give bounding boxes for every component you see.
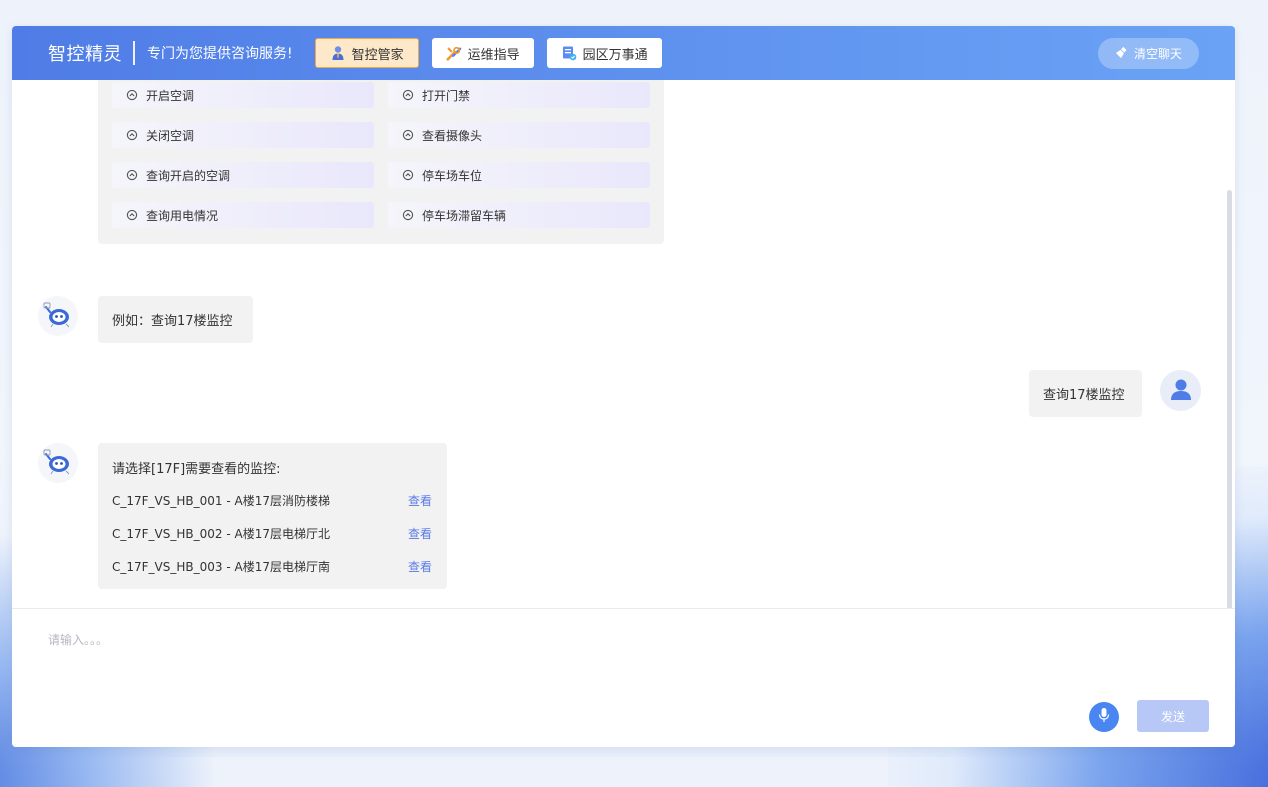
command-label: 开启空调: [146, 88, 195, 103]
robot-avatar-icon: [41, 297, 75, 335]
command-grid-bubble: 开启空调 关闭空调 查询开启的空调 查询用电情况 打开门禁 查看摄像头 停车场车…: [98, 80, 664, 244]
command-label: 关闭空调: [146, 128, 195, 143]
command-label: 停车场车位: [422, 168, 483, 183]
clear-chat-button[interactable]: 清空聊天: [1097, 38, 1199, 69]
command-label: 查询用电情况: [146, 208, 219, 223]
command-label: 打开门禁: [422, 88, 471, 103]
header-bar: 智控精灵 专门为您提供咨询服务! 智控管家 运维指导 园区万事通 清空聊天: [12, 26, 1235, 80]
mode-tabs: 智控管家 运维指导 园区万事通: [314, 38, 662, 68]
tools-icon: [446, 45, 462, 61]
cloud-chevron-icon: [402, 169, 414, 181]
broom-icon: [1115, 46, 1128, 62]
view-camera-link[interactable]: 查看: [408, 525, 432, 542]
command-label: 查询开启的空调: [146, 168, 231, 183]
tab-butler[interactable]: 智控管家: [314, 38, 419, 68]
robot-avatar-icon: [41, 444, 75, 482]
camera-row-name: C_17F_VS_HB_003 - A楼17层电梯厅南: [112, 560, 330, 574]
chat-history[interactable]: 开启空调 关闭空调 查询开启的空调 查询用电情况 打开门禁 查看摄像头 停车场车…: [12, 80, 1235, 608]
command-item[interactable]: 停车场车位: [388, 162, 650, 188]
cloud-chevron-icon: [402, 209, 414, 221]
command-item[interactable]: 停车场滞留车辆: [388, 202, 650, 228]
camera-select-bubble: 请选择[17F]需要查看的监控: C_17F_VS_HB_001 - A楼17层…: [98, 443, 447, 589]
tab-label: 智控管家: [351, 47, 404, 63]
cloud-chevron-icon: [126, 209, 138, 221]
command-item[interactable]: 开启空调: [112, 82, 374, 108]
user-avatar-icon: [1168, 376, 1194, 406]
tab-park-info[interactable]: 园区万事通: [546, 38, 662, 68]
brand-title: 智控精灵: [48, 44, 122, 65]
microphone-icon: [1097, 707, 1111, 727]
tab-label: 运维指导: [467, 47, 520, 63]
cloud-chevron-icon: [126, 129, 138, 141]
bot-message-bubble: 例如：查询17楼监控: [98, 296, 253, 343]
bot-message-text: 例如：查询17楼监控: [112, 314, 233, 329]
bot-avatar: [38, 443, 78, 483]
cloud-chevron-icon: [402, 129, 414, 141]
message-input-placeholder[interactable]: 请输入。。。: [48, 631, 108, 648]
cloud-chevron-icon: [126, 89, 138, 101]
command-item[interactable]: 打开门禁: [388, 82, 650, 108]
send-button[interactable]: 发送: [1137, 700, 1209, 732]
clear-chat-label: 清空聊天: [1133, 47, 1182, 61]
camera-row-name: C_17F_VS_HB_001 - A楼17层消防楼梯: [112, 494, 330, 508]
chat-window: 智控精灵 专门为您提供咨询服务! 智控管家 运维指导 园区万事通 清空聊天 开启…: [12, 26, 1235, 747]
view-camera-link[interactable]: 查看: [408, 492, 432, 509]
brand-divider: [133, 41, 135, 65]
tab-label: 园区万事通: [582, 47, 648, 63]
camera-select-title: 请选择[17F]需要查看的监控:: [112, 462, 281, 477]
camera-row-name: C_17F_VS_HB_002 - A楼17层电梯厅北: [112, 527, 330, 541]
cloud-chevron-icon: [402, 89, 414, 101]
bot-avatar: [38, 296, 78, 336]
command-item[interactable]: 关闭空调: [112, 122, 374, 148]
voice-input-button[interactable]: [1089, 702, 1119, 732]
user-avatar: [1160, 370, 1201, 411]
command-item[interactable]: 查看摄像头: [388, 122, 650, 148]
user-message-bubble: 查询17楼监控: [1029, 370, 1142, 417]
document-check-icon: [561, 45, 577, 61]
command-label: 停车场滞留车辆: [422, 208, 507, 223]
cloud-chevron-icon: [126, 169, 138, 181]
user-message-text: 查询17楼监控: [1043, 388, 1125, 403]
butler-person-icon: [330, 45, 346, 61]
chat-scrollbar[interactable]: [1227, 190, 1232, 608]
command-item[interactable]: 查询用电情况: [112, 202, 374, 228]
tab-ops-guide[interactable]: 运维指导: [431, 38, 534, 68]
view-camera-link[interactable]: 查看: [408, 558, 432, 575]
message-input-area[interactable]: 请输入。。。 发送: [12, 608, 1235, 747]
command-label: 查看摄像头: [422, 128, 483, 143]
brand-tagline: 专门为您提供咨询服务!: [147, 46, 293, 62]
command-item[interactable]: 查询开启的空调: [112, 162, 374, 188]
